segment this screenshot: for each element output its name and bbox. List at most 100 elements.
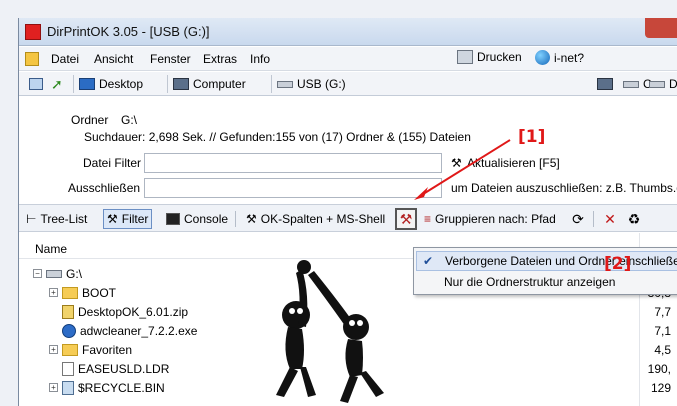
title-bar[interactable]: DirPrintOK 3.05 - [USB (G:)] xyxy=(19,18,677,46)
figure-left-leg xyxy=(276,367,298,397)
inet-label: i-net? xyxy=(554,50,585,65)
expand-icon[interactable]: + xyxy=(49,383,58,392)
filter-options-button[interactable]: ⚒ xyxy=(395,208,417,230)
tab-filter[interactable]: ⚒ Filter xyxy=(103,209,153,229)
list-item[interactable]: EASEUSLD.LDR xyxy=(62,359,169,378)
checkmark-icon: ✔ xyxy=(422,254,434,268)
nav-drive-d[interactable]: D xyxy=(649,75,677,93)
panel-toggle-button[interactable] xyxy=(29,75,43,93)
group-by-label: Gruppieren nach: Pfad xyxy=(435,212,556,226)
close-button[interactable] xyxy=(645,18,677,38)
refresh-button[interactable]: ⟳ xyxy=(567,208,589,230)
up-button[interactable]: ➚ xyxy=(51,75,65,93)
menu-item-folders-only-label: Nur die Ordnerstruktur anzeigen xyxy=(444,275,616,289)
panel-icon xyxy=(29,78,43,90)
window-title: DirPrintOK 3.05 - [USB (G:)] xyxy=(47,24,210,39)
list-item[interactable]: DesktopOK_6.01.zip xyxy=(62,302,188,321)
print-label: Drucken xyxy=(477,50,522,64)
columns-icon: ⚒ xyxy=(246,212,257,226)
refresh-icon[interactable]: ⚒ xyxy=(451,156,462,170)
print-button[interactable]: Drucken xyxy=(457,50,522,64)
nav-usb[interactable]: USB (G:) xyxy=(277,75,346,93)
item-size: 7,7 xyxy=(654,305,671,319)
delete-button[interactable]: ✕ xyxy=(599,208,621,230)
tab-ok-columns[interactable]: ⚒ OK-Spalten + MS-Shell xyxy=(243,209,388,229)
menu-item-folders-only[interactable]: Nur die Ordnerstruktur anzeigen xyxy=(416,272,677,292)
toolbar-separator xyxy=(73,75,74,93)
close-x-icon: ✕ xyxy=(604,210,616,227)
expand-icon[interactable]: + xyxy=(49,288,58,297)
figure-right-leg2 xyxy=(360,371,384,397)
exclude-hint: um Dateien auszuschließen: z.B. Thumbs.d… xyxy=(451,181,677,195)
app-icon xyxy=(25,24,41,40)
menu-fenster[interactable]: Fenster xyxy=(150,52,191,66)
group-by-button[interactable]: ≡ Gruppieren nach: Pfad xyxy=(421,209,559,229)
item-name: $RECYCLE.BIN xyxy=(78,380,165,395)
hammer-icon: ⚒ xyxy=(399,210,413,227)
list-item[interactable]: adwcleaner_7.2.2.exe xyxy=(62,321,197,340)
tab-console[interactable]: Console xyxy=(163,209,231,229)
up-arrow-icon: ➚ xyxy=(51,76,63,92)
item-size: 129 xyxy=(650,381,671,395)
nav-drive-d-label: D xyxy=(669,77,677,91)
refresh-cycle-icon: ⟳ xyxy=(572,210,584,227)
toolbar-separator xyxy=(271,75,272,93)
ordner-value: G:\ xyxy=(121,113,138,127)
list-item[interactable]: + BOOT xyxy=(49,283,116,302)
folder-icon xyxy=(62,343,78,356)
menu-info[interactable]: Info xyxy=(250,52,270,66)
exclude-input[interactable] xyxy=(144,178,442,198)
filter-options-menu: ✔ Verborgene Dateien und Ordner einschli… xyxy=(413,247,677,295)
item-name: Favoriten xyxy=(82,342,133,357)
callout-1: [1] xyxy=(518,127,546,147)
filter-icon: ⚒ xyxy=(107,212,118,226)
toolbar-separator xyxy=(235,211,236,227)
refresh-link[interactable]: Aktualisieren [F5] xyxy=(467,156,560,170)
exclude-label: Ausschließen xyxy=(68,181,141,195)
expand-icon[interactable]: + xyxy=(49,345,58,354)
item-size: 7,1 xyxy=(654,324,671,338)
nav-usb-label: USB (G:) xyxy=(297,77,346,91)
nav-computer[interactable]: Computer xyxy=(173,75,246,93)
nav-desktop-label: Desktop xyxy=(99,77,144,91)
menu-extras[interactable]: Extras xyxy=(203,52,237,66)
exe-file-icon xyxy=(62,323,76,338)
filter-input[interactable] xyxy=(144,153,442,173)
figure-left-leg2 xyxy=(300,367,316,397)
callout-2: [2] xyxy=(604,254,632,274)
figure-right-leg xyxy=(340,375,358,403)
folder-icon xyxy=(62,286,78,299)
menu-ansicht[interactable]: Ansicht xyxy=(94,52,133,66)
drive-c-icon xyxy=(623,80,639,88)
list-item[interactable]: + Favoriten xyxy=(49,340,132,359)
nav-drive-c[interactable]: C xyxy=(623,75,652,93)
group-icon: ≡ xyxy=(424,212,432,226)
nav-network[interactable] xyxy=(597,75,613,93)
item-size: 190, xyxy=(647,362,671,376)
tab-tree-list[interactable]: ⊢ Tree-List xyxy=(23,209,90,229)
tab-tree-list-label: Tree-List xyxy=(40,212,88,226)
menu-bar: Datei Ansicht Fenster Extras Info Drucke… xyxy=(19,47,677,71)
computer-icon xyxy=(173,78,189,90)
figure-right-body xyxy=(345,339,363,377)
column-name-header[interactable]: Name xyxy=(35,242,67,256)
recycle-button[interactable]: ♻ xyxy=(623,208,645,230)
collapse-icon[interactable]: − xyxy=(33,269,42,278)
filter-label: Datei Filter xyxy=(83,156,142,170)
item-size: 4,5 xyxy=(654,343,671,357)
list-item[interactable]: + $RECYCLE.BIN xyxy=(49,378,165,397)
view-toolbar: ⊢ Tree-List ⚒ Filter Console ⚒ OK-Spalte… xyxy=(19,204,677,232)
printer-icon xyxy=(457,50,473,64)
list-item[interactable]: − G:\ xyxy=(33,264,82,283)
file-icon xyxy=(62,361,74,376)
figure-left-body xyxy=(285,327,304,369)
desktop-icon xyxy=(79,78,95,90)
tab-filter-label: Filter xyxy=(121,212,149,226)
nav-computer-label: Computer xyxy=(193,77,246,91)
menu-item-include-hidden[interactable]: ✔ Verborgene Dateien und Ordner einschli… xyxy=(416,251,677,271)
nav-desktop[interactable]: Desktop xyxy=(79,75,143,93)
ordner-label: Ordner xyxy=(71,113,109,127)
menu-datei[interactable]: Datei xyxy=(51,52,79,66)
inet-button[interactable]: i-net? xyxy=(535,50,584,65)
item-name: EASEUSLD.LDR xyxy=(78,361,170,376)
